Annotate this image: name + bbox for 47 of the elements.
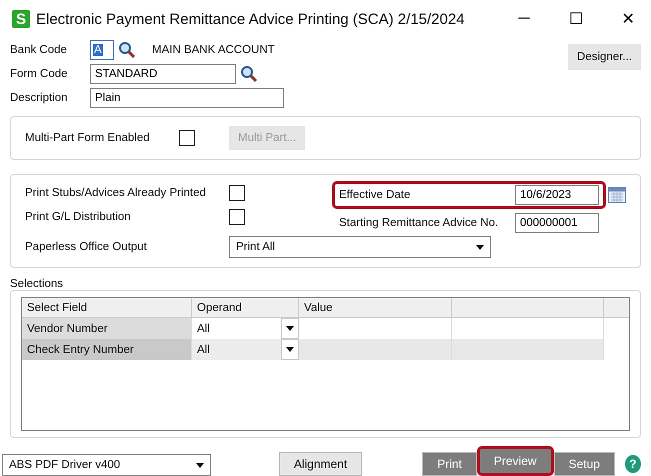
dropdown-button[interactable]	[281, 339, 299, 360]
checkbox[interactable]	[179, 130, 195, 146]
checkbox-label: Print Stubs/Advices Already Printed	[25, 187, 207, 199]
checkbox[interactable]	[229, 185, 245, 201]
column-header: Operand	[192, 298, 299, 318]
column-header: Value	[299, 298, 452, 318]
checkbox-label: Multi-Part Form Enabled	[25, 132, 151, 144]
bank-code-field[interactable]: A	[90, 40, 114, 60]
column-header: Select Field	[22, 298, 192, 318]
bank-name-text: MAIN BANK ACCOUNT	[152, 44, 275, 56]
field-label: Paperless Office Output	[25, 241, 148, 253]
field-label: Bank Code	[10, 44, 68, 56]
description-field[interactable]: Plain	[90, 88, 284, 108]
advice-number-field[interactable]: 000000001	[515, 213, 599, 233]
checkbox-label: Print G/L Distribution	[25, 211, 132, 223]
operand-dropdown[interactable]: All	[192, 339, 299, 360]
help-icon[interactable]: ?	[624, 455, 641, 473]
maximize-button[interactable]: ☐	[553, 0, 599, 38]
app-logo-icon: S	[12, 10, 30, 28]
caret-icon	[286, 326, 294, 331]
table-cell: Vendor Number	[22, 318, 192, 339]
section-title: Selections	[10, 278, 64, 290]
calendar-icon[interactable]	[608, 187, 626, 203]
caret-icon	[196, 462, 204, 468]
search-icon[interactable]	[118, 41, 136, 59]
window-title: Electronic Payment Remittance Advice Printing (SCA) 2/15/2024	[36, 10, 466, 28]
field-label: Effective Date	[339, 189, 412, 201]
date-field[interactable]: 10/6/2023	[515, 185, 599, 205]
search-icon[interactable]	[240, 65, 258, 83]
field-label: Form Code	[10, 68, 69, 80]
table-cell: Check Entry Number	[22, 339, 192, 360]
field-label: Description	[10, 92, 69, 104]
output-dropdown[interactable]: Print All	[229, 236, 491, 258]
alignment-button[interactable]: Alignment	[278, 452, 362, 476]
action-button[interactable]: Setup	[554, 452, 615, 476]
caret-icon	[476, 244, 484, 250]
action-button[interactable]: Print	[422, 452, 477, 476]
designer-button[interactable]: Designer...	[568, 44, 641, 70]
dropdown-button[interactable]	[281, 318, 299, 339]
caret-icon	[286, 347, 294, 352]
checkbox[interactable]	[229, 209, 245, 225]
form-code-field[interactable]: STANDARD	[90, 64, 236, 84]
close-button[interactable]: ✕	[605, 0, 651, 38]
minimize-button[interactable]: ─	[501, 0, 547, 38]
printer-dropdown[interactable]: ABS PDF Driver v400	[2, 454, 211, 476]
field-label: Starting Remittance Advice No.	[339, 217, 500, 229]
action-button[interactable]: Preview	[476, 446, 554, 476]
